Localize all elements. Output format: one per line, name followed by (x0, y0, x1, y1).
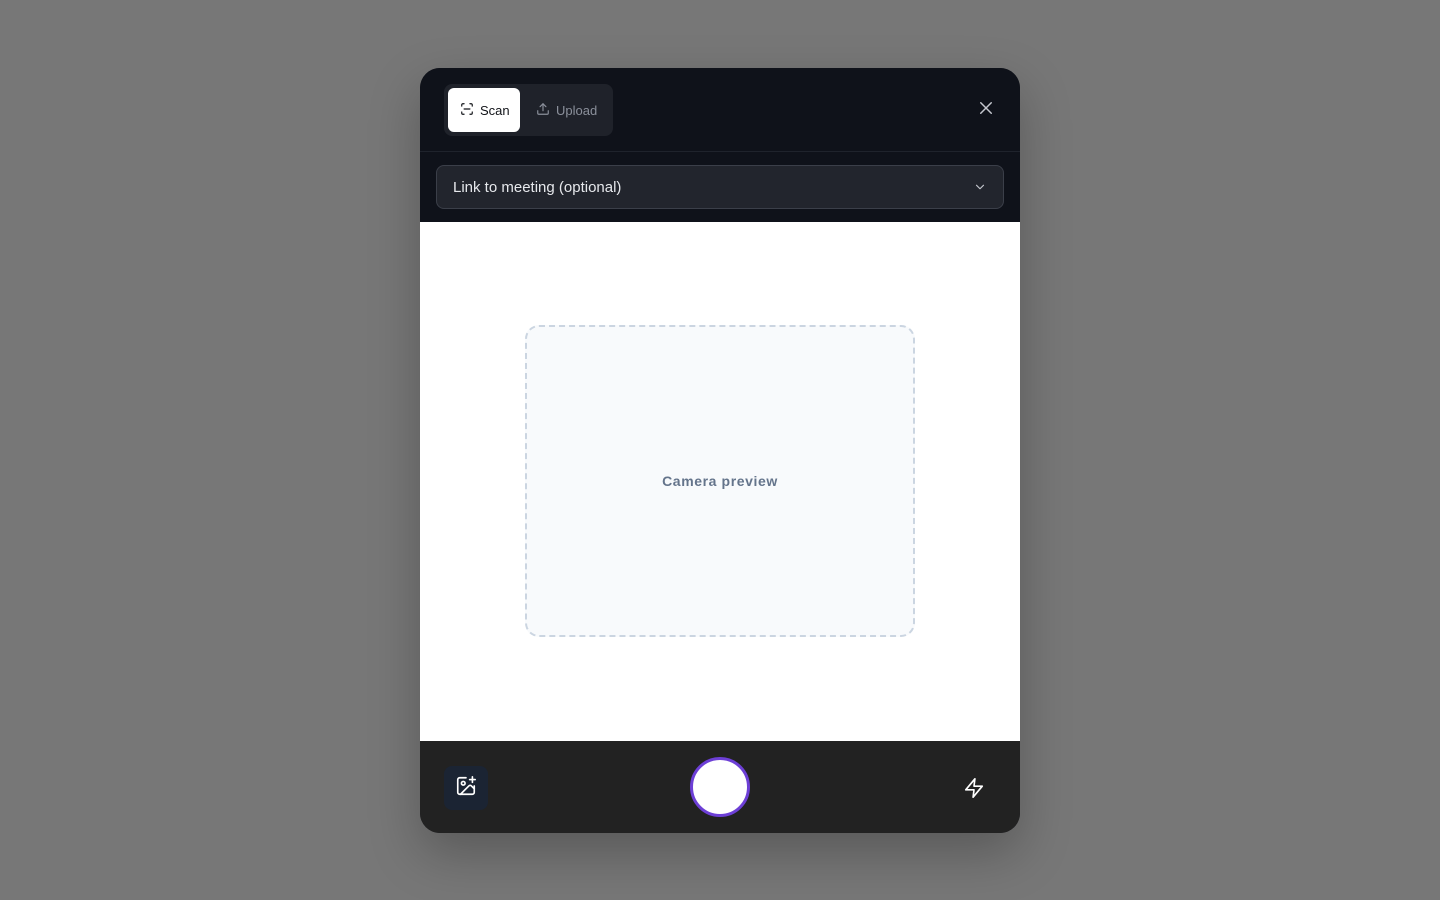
scan-modal: Scan Upload Link to meeting (optional) C… (420, 68, 1020, 833)
upload-icon (536, 102, 556, 119)
camera-area: Camera preview (420, 222, 1020, 741)
flash-button[interactable] (960, 776, 988, 804)
mode-segmented-control: Scan Upload (444, 84, 613, 136)
meeting-select-value: Link to meeting (optional) (453, 178, 622, 196)
close-button[interactable] (974, 98, 998, 122)
meeting-select[interactable]: Link to meeting (optional) (436, 165, 1004, 209)
close-icon (977, 99, 995, 122)
modal-header: Scan Upload (420, 68, 1020, 152)
chevron-down-icon (973, 180, 987, 198)
gallery-button[interactable] (444, 766, 488, 810)
tab-scan-label: Scan (480, 102, 510, 118)
shutter-button[interactable] (690, 757, 750, 817)
flash-icon (963, 777, 985, 804)
tab-upload[interactable]: Upload (532, 88, 608, 132)
image-plus-icon (455, 775, 477, 802)
scan-icon (460, 102, 480, 119)
camera-preview: Camera preview (525, 325, 915, 637)
camera-preview-label: Camera preview (662, 473, 778, 489)
camera-controls (420, 741, 1020, 833)
meeting-select-row: Link to meeting (optional) (420, 152, 1020, 222)
tab-upload-label: Upload (556, 102, 598, 118)
tab-scan[interactable]: Scan (448, 88, 520, 132)
